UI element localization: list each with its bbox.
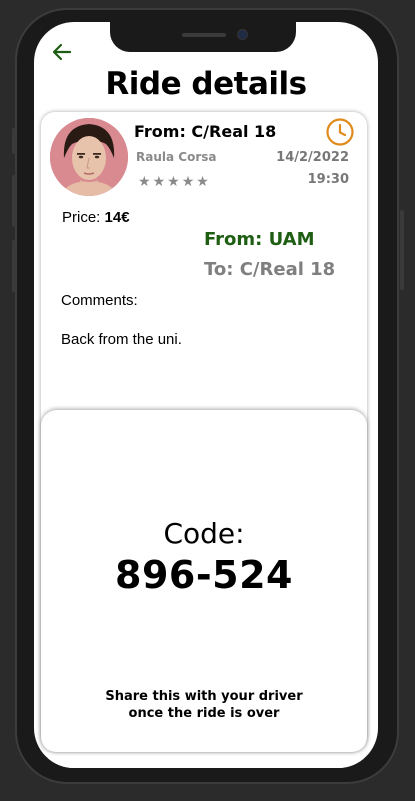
volume-down-button <box>12 240 16 292</box>
route-from: From: UAM <box>204 229 315 250</box>
driver-photo <box>50 118 128 196</box>
camera <box>238 30 247 39</box>
ride-date: 14/2/2022 <box>276 150 349 165</box>
price-value: 14€ <box>104 209 130 226</box>
driver-name[interactable]: Raula Corsa <box>136 150 216 164</box>
code-label: Code: <box>163 517 245 550</box>
avatar[interactable] <box>50 118 128 196</box>
clock-icon <box>325 117 355 147</box>
driver-rating: ★ ★ ★ ★ ★ <box>138 175 209 189</box>
side-button <box>12 128 16 154</box>
ride-code: 896-524 <box>115 553 293 597</box>
screen-bottom <box>34 758 378 768</box>
power-button <box>400 210 404 290</box>
speaker <box>182 33 226 37</box>
code-panel: Code: 896-524 Share this with your drive… <box>41 410 367 752</box>
star-icon: ★ <box>196 174 209 190</box>
ride-card: From: C/Real 18 Raula Corsa 14/2/2022 19… <box>41 112 367 752</box>
code-hint: Share this with your driver once the rid… <box>41 688 367 722</box>
star-icon: ★ <box>167 174 180 190</box>
code-hint-line-2: once the ride is over <box>128 706 280 721</box>
comments-label: Comments: <box>61 292 138 309</box>
ride-time: 19:30 <box>307 172 349 187</box>
route-to: To: C/Real 18 <box>204 259 336 280</box>
code-hint-line-1: Share this with your driver <box>105 689 303 704</box>
star-icon: ★ <box>152 174 166 190</box>
price-label: Price: <box>62 209 105 226</box>
screen: Ride details From: C/Real 18 Raula Corsa… <box>34 22 378 768</box>
comments-text: Back from the uni. <box>61 331 182 348</box>
notch <box>110 22 296 52</box>
price: Price: 14€ <box>62 209 130 226</box>
ride-origin-header: From: C/Real 18 <box>134 122 277 141</box>
back-button[interactable] <box>50 40 74 64</box>
star-icon: ★ <box>181 174 195 190</box>
arrow-left-icon <box>52 43 72 61</box>
volume-up-button <box>12 175 16 227</box>
star-icon: ★ <box>138 174 151 190</box>
page-title: Ride details <box>105 66 307 102</box>
